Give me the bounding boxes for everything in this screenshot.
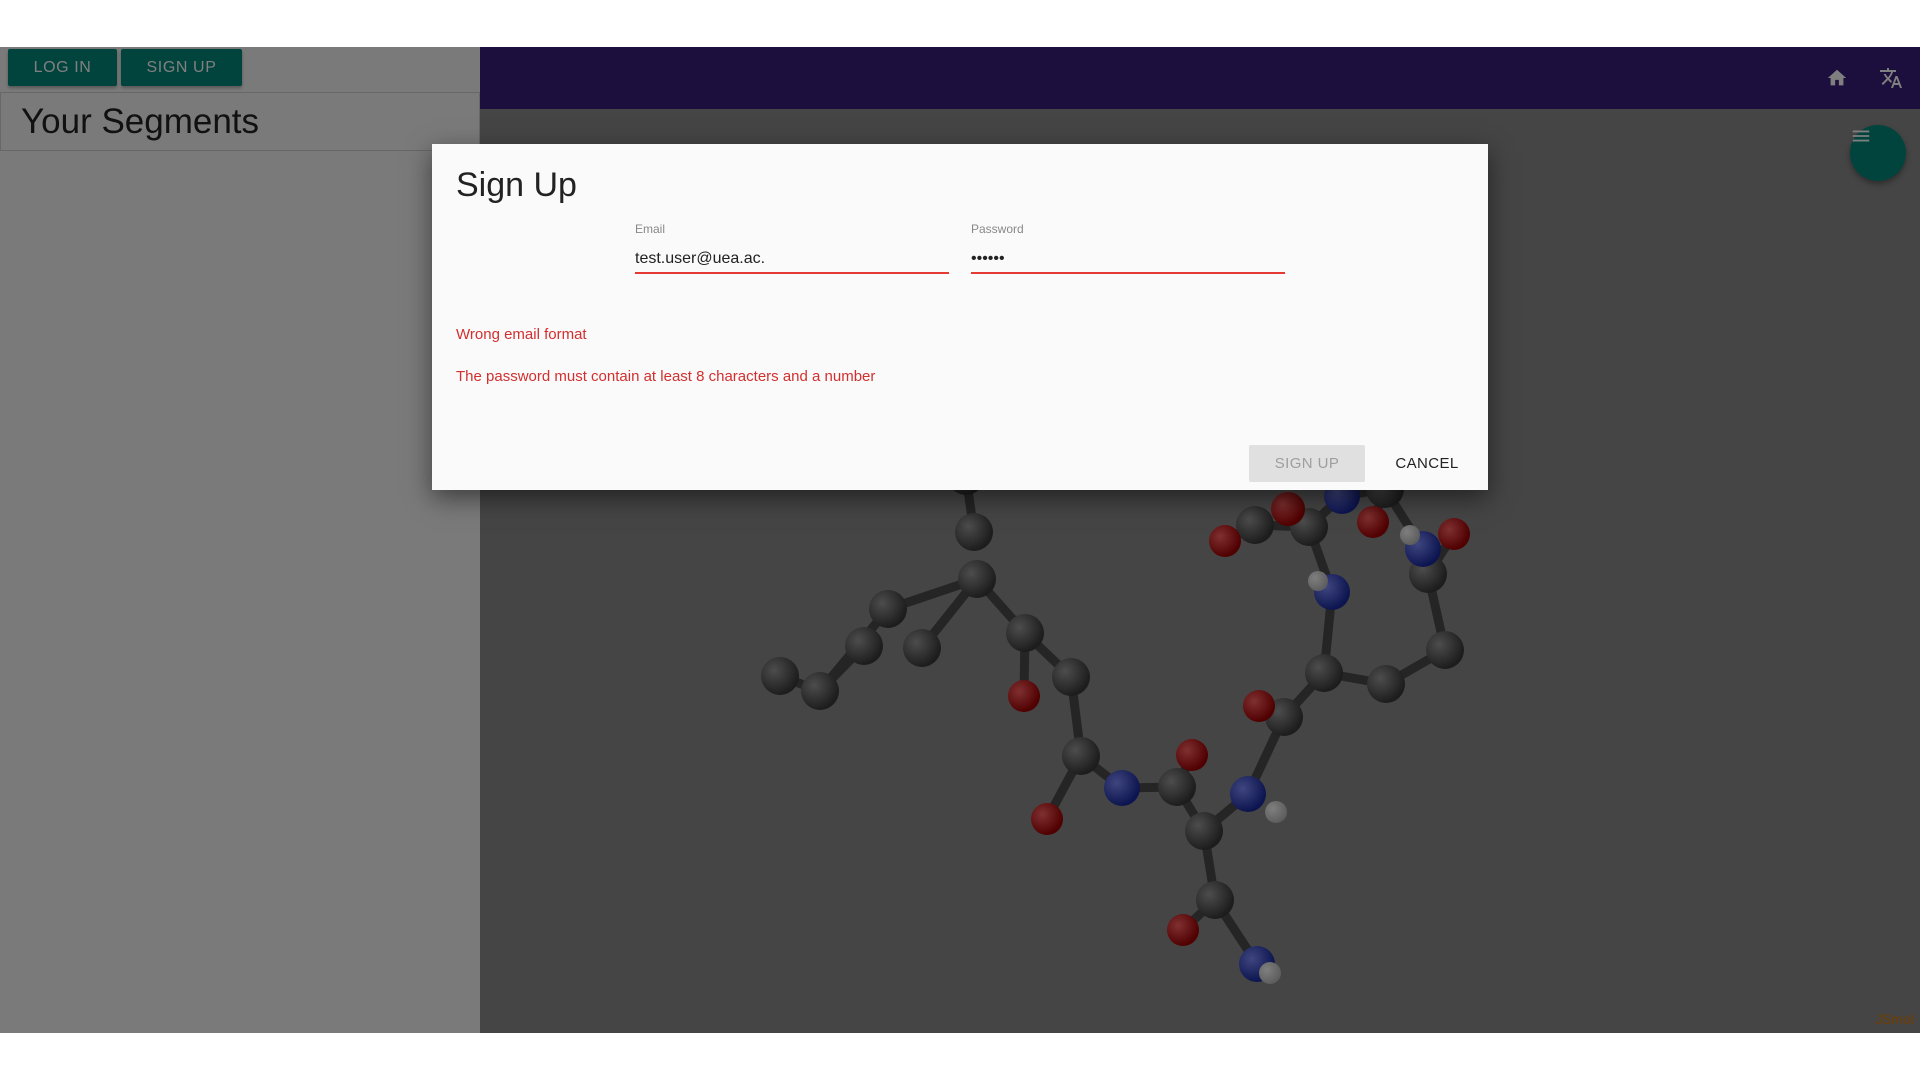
email-field: Email	[635, 222, 949, 274]
password-input[interactable]	[971, 240, 1285, 274]
dialog-cancel-button[interactable]: CANCEL	[1377, 445, 1477, 482]
dialog-signup-button[interactable]: SIGN UP	[1249, 445, 1365, 482]
password-error: The password must contain at least 8 cha…	[456, 368, 876, 385]
email-label: Email	[635, 222, 666, 236]
app-root: LOG IN SIGN UP Your Segments	[0, 47, 1920, 1033]
password-field: Password	[971, 222, 1285, 274]
email-error: Wrong email format	[456, 326, 587, 343]
password-label: Password	[971, 222, 1024, 236]
email-input[interactable]	[635, 240, 949, 274]
signup-dialog: Sign Up Email Password Wrong email forma…	[432, 144, 1488, 490]
dialog-title: Sign Up	[456, 166, 577, 204]
